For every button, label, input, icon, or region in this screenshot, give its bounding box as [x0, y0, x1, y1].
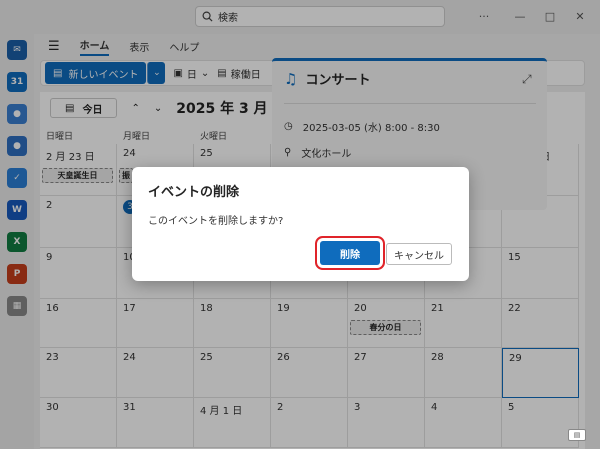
- delete-event-dialog: イベントの削除 このイベントを削除しますか? 削除 キャンセル: [132, 167, 469, 281]
- dialog-title: イベントの削除: [148, 185, 240, 200]
- delete-button[interactable]: 削除: [320, 241, 380, 265]
- panel-toggle-icon[interactable]: ▤: [568, 429, 586, 441]
- dialog-message: このイベントを削除しますか?: [148, 216, 284, 227]
- cancel-button[interactable]: キャンセル: [386, 243, 452, 265]
